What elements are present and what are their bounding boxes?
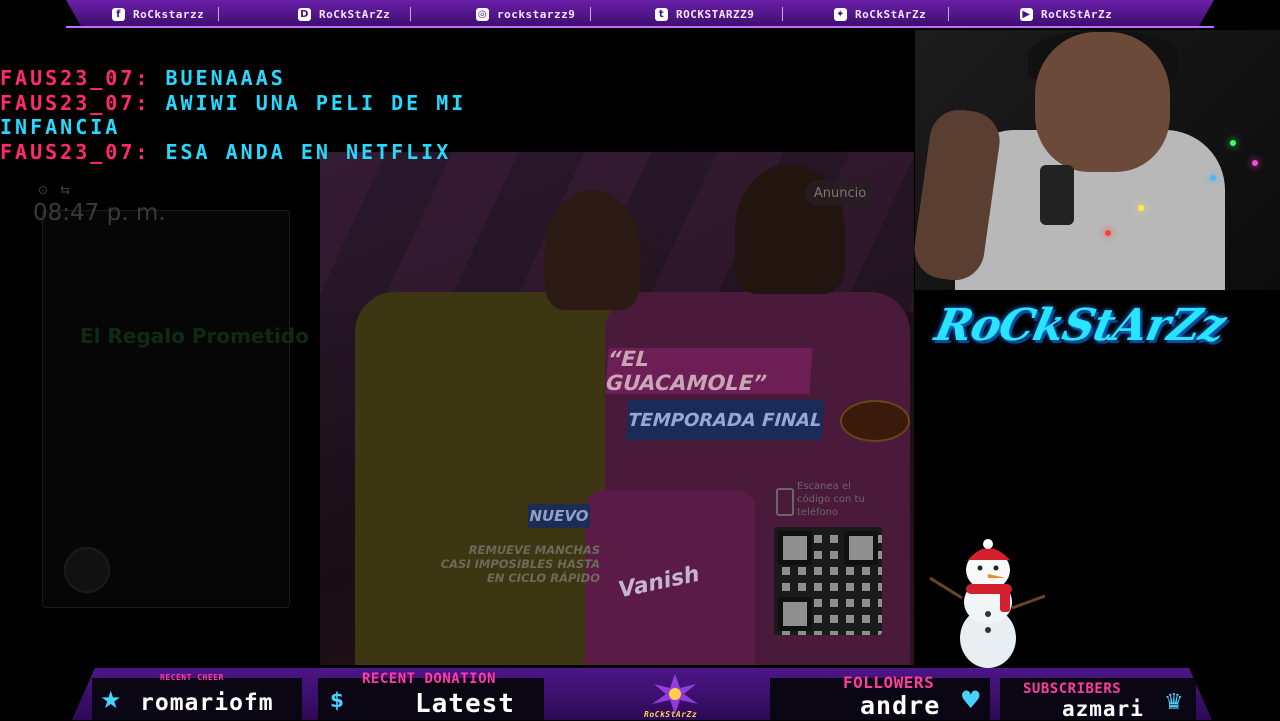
divider: [590, 7, 591, 21]
youtube-icon: ▶: [1020, 7, 1033, 21]
divider: [410, 7, 411, 21]
snowman-icon: [929, 539, 1046, 668]
chat-user: FAUS23_07:: [0, 140, 151, 164]
subscribers-value: azmari: [1062, 697, 1144, 721]
social-label: ROCKSTARZZ9: [676, 7, 755, 21]
microphone: [1040, 165, 1074, 225]
dollar-icon: $: [330, 688, 344, 712]
chat-text: BUENAAAS: [165, 66, 286, 90]
center-logo-text: RoCkStArZz: [644, 710, 698, 719]
chat-user: FAUS23_07:: [0, 66, 151, 90]
chat-message: FAUS23_07: AWIWI UNA PELI DE MI INFANCIA: [0, 91, 560, 139]
phone-icon: [776, 488, 794, 516]
actor-1: [545, 190, 640, 310]
streamer-face: [1035, 32, 1170, 172]
social-label: RoCkStArZz: [855, 7, 927, 21]
string-light: [1230, 140, 1236, 146]
social-youtube[interactable]: ▶ RoCkStArZz: [1020, 6, 1112, 22]
recent-cheer-value: romariofm: [140, 690, 274, 716]
qr-eye: [778, 531, 812, 565]
status-icons: ⊙⇆: [38, 183, 83, 197]
new-badge: NUEVO: [528, 504, 590, 528]
chat-text: ESA ANDA EN NETFLIX: [165, 140, 452, 164]
trophy-icon: ♛: [1164, 690, 1184, 715]
product-claim: REMUEVE MANCHAS CASI IMPOSIBLES HASTA EN…: [440, 543, 600, 585]
divider: [782, 7, 783, 21]
qr-eye: [778, 597, 812, 631]
followers-value: andre: [860, 691, 941, 720]
show-title: “EL GUACAMOLE”: [605, 347, 813, 395]
chat-user: FAUS23_07:: [0, 91, 151, 115]
social-instagram[interactable]: ◎ rockstarzz9: [476, 6, 575, 22]
star-icon: ★: [100, 686, 122, 714]
social-label: RoCkStArZz: [1041, 7, 1113, 21]
play-icon: [64, 547, 110, 593]
chat-message: FAUS23_07: BUENAAAS: [0, 66, 560, 90]
clock: 08:47 p. m.: [33, 200, 166, 226]
subscribers-label: SUBSCRIBERS: [1023, 681, 1122, 697]
recent-donation-value: Latest: [415, 689, 515, 719]
qr-eye: [844, 531, 878, 565]
recent-cheer-label: RECENT CHEER: [160, 673, 224, 682]
heart-icon: ♥: [960, 686, 982, 714]
facebook-icon: f: [112, 7, 125, 21]
social-twitch[interactable]: t ROCKSTARZZ9: [655, 6, 754, 22]
string-light: [1210, 175, 1216, 181]
chat-overlay: FAUS23_07: BUENAAAS FAUS23_07: AWIWI UNA…: [0, 66, 560, 165]
discord-icon: D: [298, 7, 311, 21]
divider: [948, 7, 949, 21]
recent-donation-label: RECENT DONATION: [362, 671, 496, 687]
ad-badge: Anuncio: [805, 180, 875, 206]
social-label: RoCkstarzz: [133, 7, 205, 21]
brand-logo: RoCkStArZz: [930, 300, 1230, 351]
string-light: [1105, 230, 1111, 236]
social-discord[interactable]: D RoCkStArZz: [298, 6, 390, 22]
social-bar-underline: [66, 26, 1214, 28]
chat-message: FAUS23_07: ESA ANDA EN NETFLIX: [0, 140, 560, 164]
string-light: [1138, 205, 1144, 211]
social-facebook[interactable]: f RoCkstarzz: [112, 6, 204, 22]
twitter-icon: ✦: [834, 7, 847, 21]
social-twitter[interactable]: ✦ RoCkStArZz: [834, 6, 926, 22]
season-banner: TEMPORADA FINAL: [625, 400, 825, 440]
social-label: rockstarzz9: [497, 7, 576, 21]
instagram-icon: ◎: [476, 7, 489, 21]
scan-hint: Escanea el código con tu teléfono: [797, 481, 865, 518]
string-light: [1252, 160, 1258, 166]
divider: [218, 7, 219, 21]
followers-label: FOLLOWERS: [843, 673, 935, 692]
qr-code[interactable]: [774, 527, 882, 635]
faded-title: El Regalo Prometido: [80, 324, 309, 348]
social-label: RoCkStArZz: [319, 7, 391, 21]
twitch-icon: t: [655, 7, 668, 21]
show-logo: [840, 400, 910, 442]
